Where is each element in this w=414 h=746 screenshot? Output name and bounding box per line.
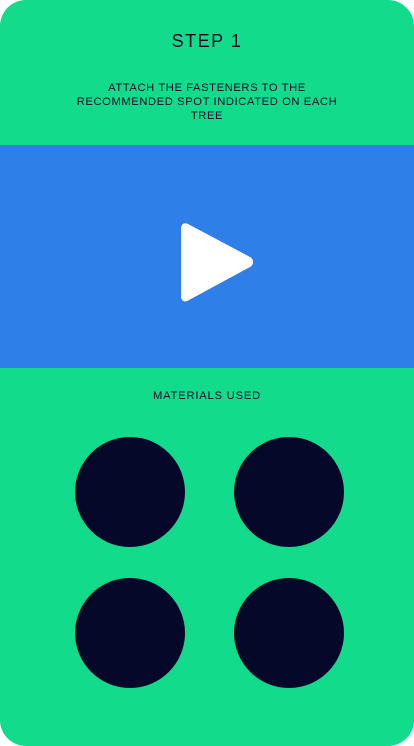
material-item[interactable]: [234, 578, 344, 688]
materials-title: MATERIALS USED: [153, 390, 261, 402]
play-button[interactable]: [178, 220, 256, 304]
step-title: STEP 1: [171, 31, 243, 51]
step-instructions: ATTACH THE FASTENERS TO THE RECOMMENDED …: [76, 82, 338, 122]
play-icon: [181, 223, 253, 302]
material-item[interactable]: [234, 437, 344, 547]
material-item[interactable]: [75, 578, 185, 688]
step-card: STEP 1 ATTACH THE FASTENERS TO THE RECOM…: [0, 0, 414, 746]
material-item[interactable]: [75, 437, 185, 547]
